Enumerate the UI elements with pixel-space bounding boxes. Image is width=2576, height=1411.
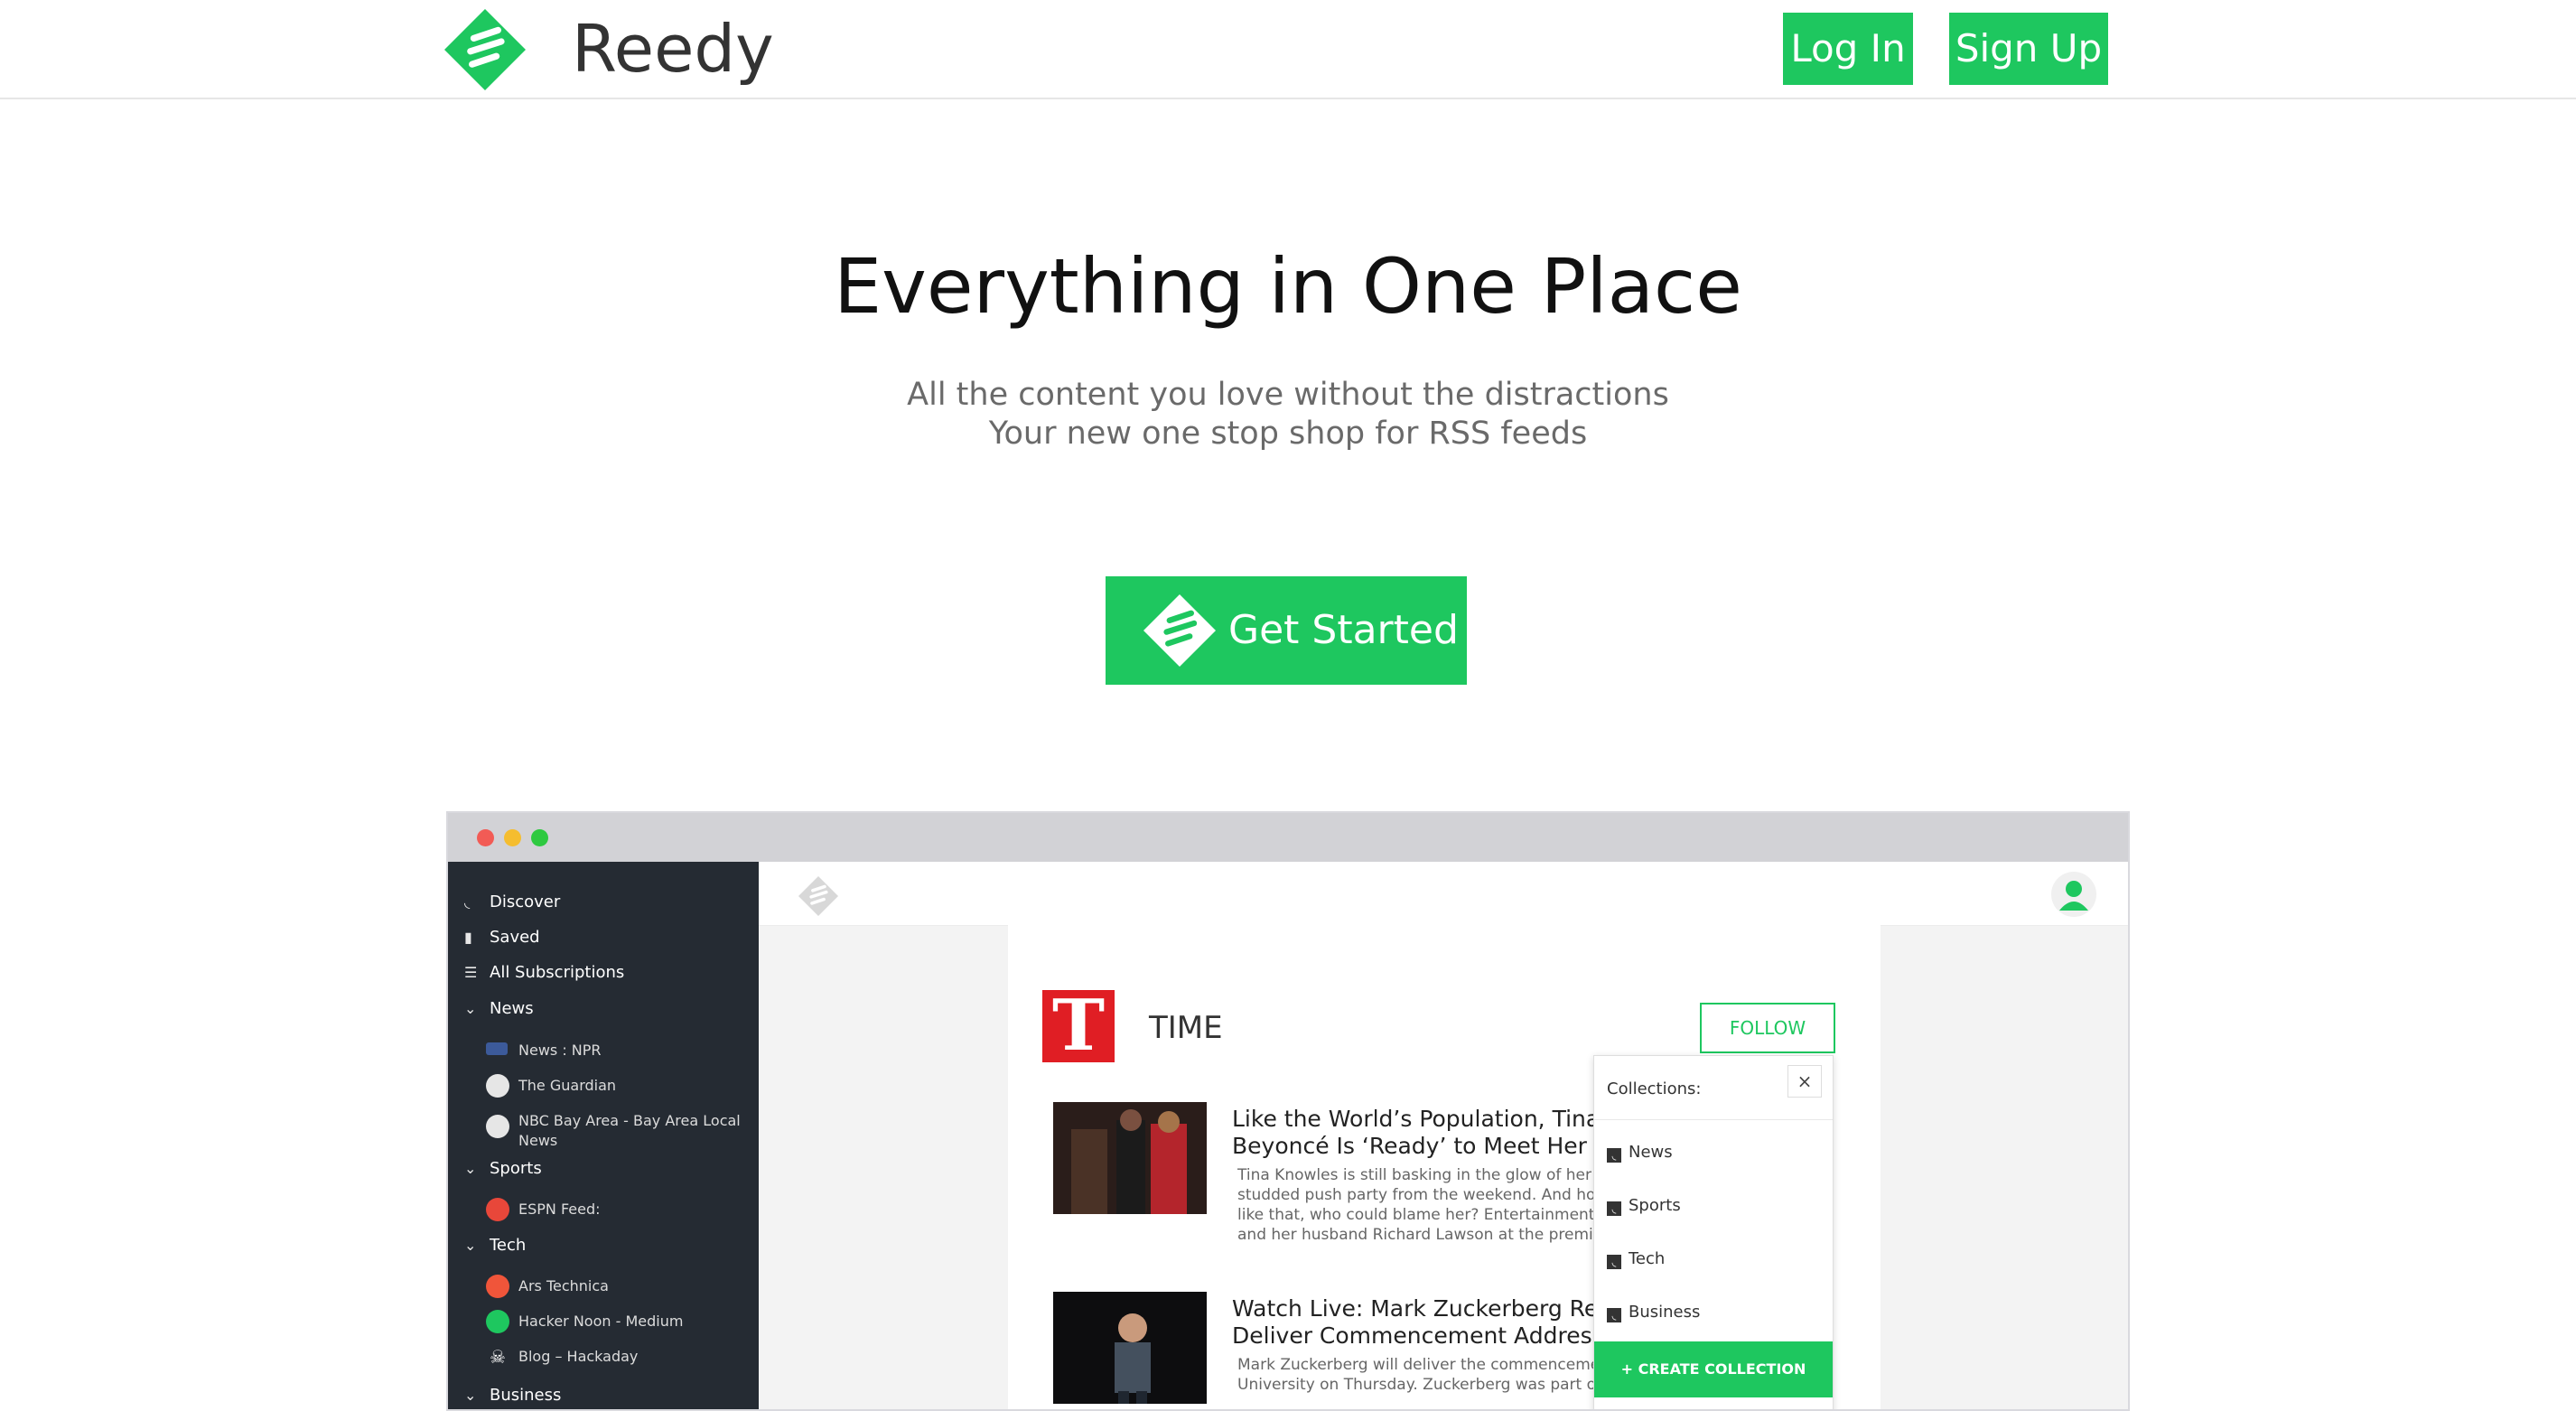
feed-label: NBC Bay Area - Bay Area Local News [518,1112,741,1149]
skull-icon: ☠ [490,1346,506,1368]
chevron-down-icon: ⌄ [464,1000,477,1017]
feed-label: Ars Technica [518,1277,609,1294]
sidebar-item-label: All Subscriptions [490,963,625,982]
feed-label: The Guardian [518,1077,617,1094]
sidebar-item-label: Saved [490,928,540,947]
chevron-down-icon: ⌄ [464,1237,477,1254]
time-logo: T [1042,990,1115,1062]
collections-heading: Collections: [1607,1079,1702,1098]
article-snippet-line: Tina Knowles is still basking in the glo… [1237,1166,1602,1184]
login-button[interactable]: Log In [1783,13,1913,85]
collection-label: Sports [1629,1196,1681,1215]
reedy-logo-icon[interactable] [444,9,526,90]
article-snippet-line: like that, who could blame her? Entertai… [1237,1206,1595,1224]
window-titlebar [448,813,2128,862]
rss-icon: ◟ [464,893,471,911]
sidebar-item-saved: ▮ Saved [464,922,540,953]
hero-subtitle-line1: All the content you love without the dis… [907,377,1669,413]
hero-subtitle-line2: Your new one stop shop for RSS feeds [988,416,1588,452]
top-navbar: Reedy Log In Sign Up [0,0,2576,99]
reedy-logo-icon [798,876,838,916]
sidebar-group-label: News [490,999,534,1018]
mock-sidebar: ◟ Discover ▮ Saved ☰ All Subscriptions ⌄ New… [448,862,759,1409]
rss-icon: ◟ [1607,1148,1621,1163]
rss-icon: ◟ [1607,1201,1621,1216]
sidebar-group-news: ⌄ News [464,994,534,1024]
sidebar-group-label: Business [490,1386,562,1405]
article-thumbnail [1053,1292,1207,1404]
close-icon: × [1787,1065,1822,1098]
ars-logo-icon [486,1275,509,1298]
hero-title: Everything in One Place [834,242,1742,331]
collection-item-business: ◟ Business [1607,1303,1700,1322]
minimize-dot-icon [504,829,521,846]
hero-subtitle: All the content you love without the dis… [0,376,2576,453]
maximize-dot-icon [531,829,548,846]
get-started-label: Get Started [1228,607,1459,653]
article-snippet-line: studded push party from the weekend. And… [1237,1186,1602,1204]
espn-logo-icon [486,1198,509,1221]
article-snippet-line: University on Thursday. Zuckerberg was p… [1237,1376,1601,1394]
chevron-down-icon: ⌄ [464,1160,477,1177]
follow-button: FOLLOW [1700,1003,1835,1053]
collection-label: News [1629,1143,1673,1162]
collection-item-tech: ◟ Tech [1607,1249,1665,1269]
collection-item-sports: ◟ Sports [1607,1196,1681,1216]
article-snippet-line: and her husband Richard Lawson at the pr… [1237,1226,1593,1244]
collections-popup: Collections: × ◟ News ◟ Sports ◟ Tech ◟ Busi… [1593,1055,1834,1409]
article-title-line: Like the World’s Population, Tina Kno [1232,1106,1602,1132]
brand-name[interactable]: Reedy [572,7,774,90]
rss-icon: ◟ [1607,1308,1621,1322]
feed-label: Hacker Noon - Medium [518,1313,684,1330]
guardian-logo-icon [486,1074,509,1098]
chevron-down-icon: ⌄ [464,1387,477,1404]
medium-logo-icon [486,1310,509,1333]
feed-label: ESPN Feed: [518,1201,601,1218]
article-snippet-line: Mark Zuckerberg will deliver the commenc… [1237,1356,1601,1374]
rss-icon: ◟ [1607,1255,1621,1269]
nbc-logo-icon [486,1115,509,1138]
article-title-line: Watch Live: Mark Zuckerberg Return [1232,1295,1602,1322]
sidebar-item-discover: ◟ Discover [464,887,560,918]
sidebar-group-tech: ⌄ Tech [464,1230,526,1261]
source-name: TIME [1149,1010,1223,1046]
reedy-logo-icon [1143,594,1216,667]
npr-logo-icon [486,1042,508,1055]
signup-button[interactable]: Sign Up [1949,13,2108,85]
feed-label: Blog – Hackaday [518,1348,639,1365]
sidebar-group-label: Tech [490,1236,527,1255]
create-collection-button: + CREATE COLLECTION [1594,1341,1833,1397]
sidebar-item-all-subscriptions: ☰ All Subscriptions [464,958,624,988]
article-title-line: Deliver Commencement Address [1232,1322,1602,1349]
collection-item-news: ◟ News [1607,1143,1673,1163]
collection-label: Business [1629,1303,1701,1322]
sidebar-group-label: Sports [490,1159,542,1178]
bookmark-icon: ▮ [464,929,472,946]
sidebar-group-sports: ⌄ Sports [464,1154,542,1184]
list-icon: ☰ [464,964,478,981]
mock-appbar [759,862,2128,926]
get-started-button[interactable]: Get Started [1106,576,1467,685]
app-preview-screenshot: ◟ Discover ▮ Saved ☰ All Subscriptions ⌄ New… [446,811,2130,1411]
sidebar-item-label: Discover [490,892,561,911]
user-avatar-icon [2051,872,2096,917]
sidebar-group-business: ⌄ Business [464,1380,562,1409]
close-dot-icon [477,829,494,846]
article-thumbnail [1053,1102,1207,1214]
feed-label: News : NPR [518,1042,602,1059]
article-title-line: Beyoncé Is ‘Ready’ to Meet Her Babie [1232,1133,1602,1159]
collection-label: Tech [1629,1249,1666,1268]
divider [1594,1119,1833,1120]
